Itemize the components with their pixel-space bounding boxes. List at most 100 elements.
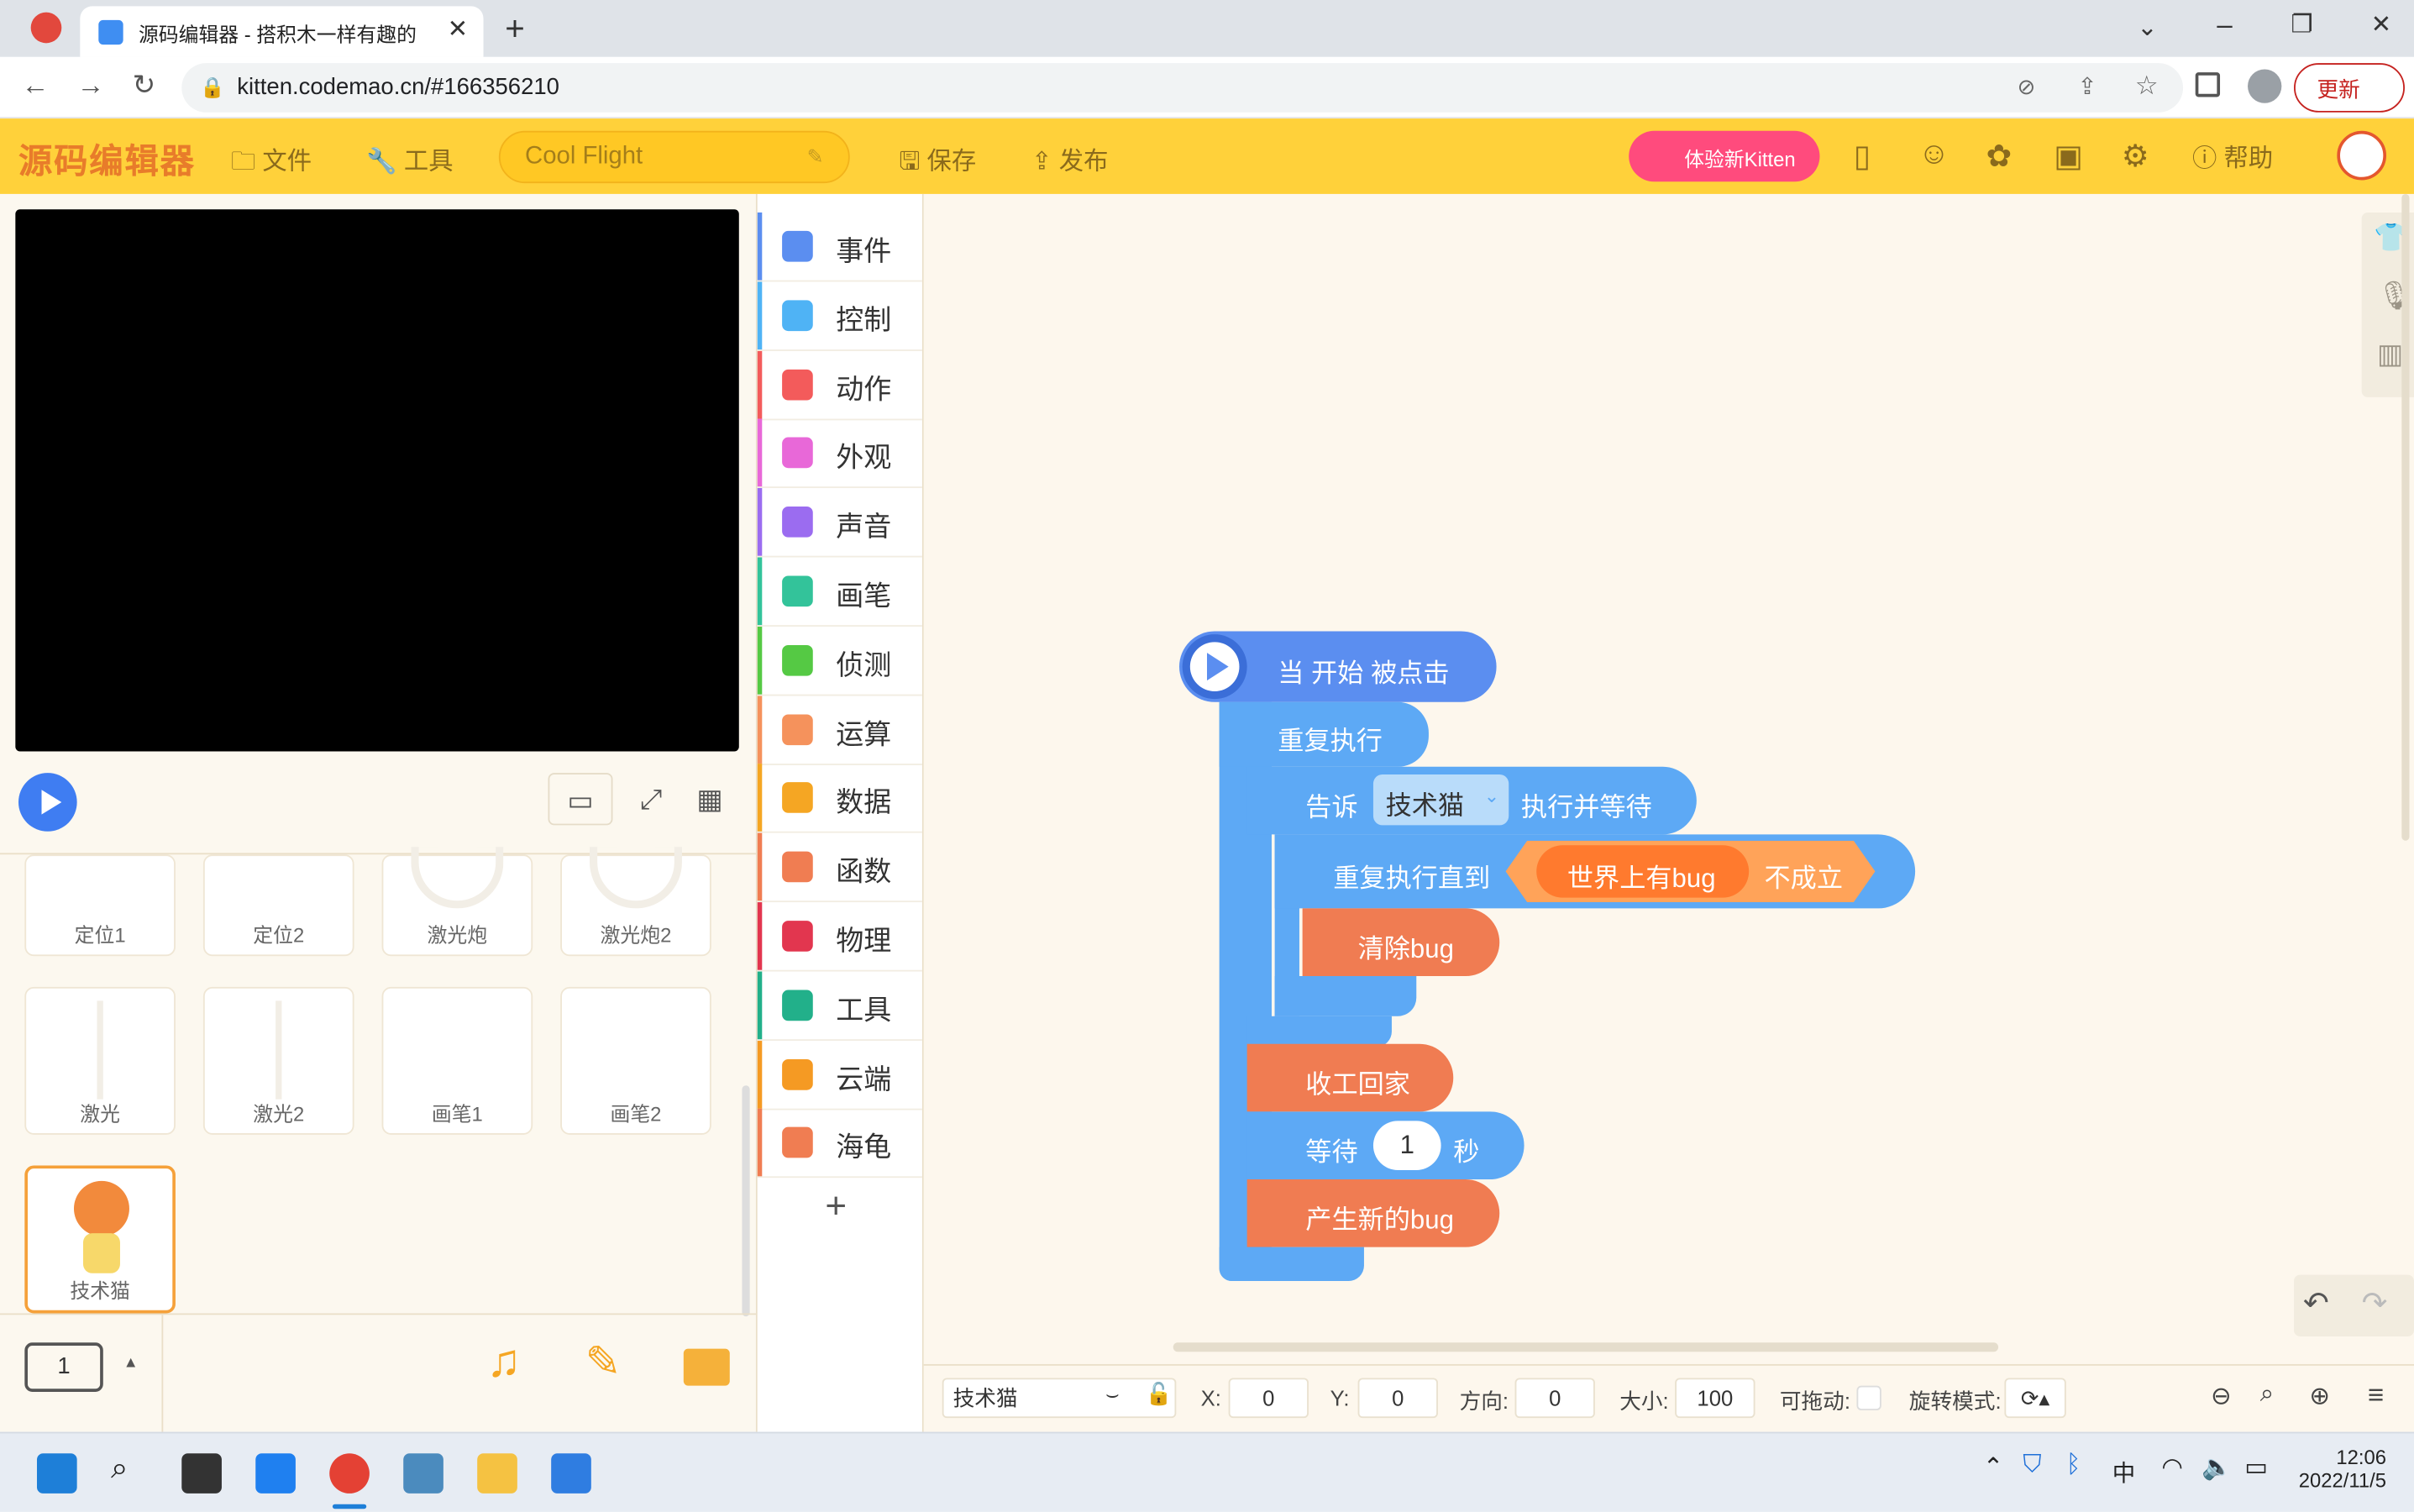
feishu-icon[interactable] [255, 1453, 296, 1494]
not-condition-block[interactable]: 世界上有bug 不成立 [1505, 840, 1876, 903]
tray-chevron-icon[interactable]: ⌃ [1983, 1452, 2004, 1483]
draggable-checkbox[interactable] [1856, 1385, 1881, 1410]
windows-start-icon[interactable] [36, 1453, 77, 1494]
bookmark-star-icon[interactable]: ☆ [2135, 71, 2159, 102]
reload-icon[interactable]: ↻ [133, 69, 156, 101]
category-item[interactable]: 物理 [757, 902, 922, 972]
wifi-icon[interactable]: ◠ [2161, 1452, 2183, 1483]
lock-icon[interactable]: 🔓 [1146, 1381, 1173, 1407]
x-input[interactable]: 0 [1228, 1378, 1309, 1419]
category-item[interactable]: 侦测 [757, 626, 922, 696]
music-icon[interactable]: ♫ [486, 1336, 521, 1389]
file-explorer-icon[interactable] [477, 1453, 517, 1494]
category-item[interactable]: 函数 [757, 832, 922, 903]
security-shield-icon[interactable]: ⛉ [2023, 1452, 2041, 1479]
tell-target-dropdown[interactable]: 技术猫 ⌄ [1372, 774, 1509, 826]
chart-icon[interactable]: ▥ [2377, 339, 2403, 370]
code-workspace[interactable]: 👕 🎙 ▥ 当 开始 被点击 重复执行 告诉 技术猫 ⌄ 执行并等待 重复执行直到… [923, 193, 2414, 1364]
ime-indicator[interactable]: 中 [2112, 1457, 2136, 1488]
sprite-card[interactable]: 激光 [24, 986, 176, 1135]
category-item[interactable]: 运算 [757, 695, 922, 765]
app-favicon-icon[interactable] [30, 12, 62, 44]
window-close-icon[interactable]: ✕ [2371, 9, 2392, 40]
share-icon[interactable]: ⇪ [2077, 72, 2097, 100]
when-start-block[interactable]: 当 开始 被点击 [1179, 631, 1497, 702]
sprite-card[interactable]: 定位2 [202, 854, 354, 957]
tools-menu[interactable]: 🔧 工具 [366, 140, 453, 177]
blocked-icon[interactable]: ⊘ [2018, 74, 2036, 100]
robot-icon[interactable]: ☺ [1918, 137, 1950, 172]
backpack-icon[interactable]: ▣ [2054, 137, 2083, 176]
forward-icon[interactable]: → [77, 69, 105, 101]
publish-button[interactable]: ⇪ 发布 [1031, 140, 1108, 177]
python-icon[interactable] [403, 1453, 443, 1494]
sprite-card[interactable]: 激光炮2 [560, 847, 711, 957]
project-name-input[interactable]: Cool Flight ✎ [498, 130, 850, 184]
try-kitten-button[interactable]: 体验新Kitten [1629, 130, 1820, 182]
search-icon[interactable]: ⌕ [111, 1452, 129, 1487]
help-button[interactable]: ⓘ 帮助 [2192, 137, 2273, 174]
category-item[interactable]: 画笔 [757, 557, 922, 627]
task-view-icon[interactable] [181, 1453, 222, 1494]
photos-icon[interactable] [551, 1453, 591, 1494]
sprite-name-field[interactable]: 技术猫 [942, 1378, 1177, 1419]
update-button[interactable]: 更新 [2294, 63, 2405, 113]
add-extension-icon[interactable]: + [825, 1185, 847, 1228]
wait-seconds-input[interactable]: 1 [1372, 1121, 1441, 1171]
clear-bug-block[interactable]: 清除bug [1302, 908, 1500, 977]
condition-pill[interactable]: 世界上有bug [1536, 845, 1750, 898]
grid-icon[interactable]: ▦ [684, 773, 736, 825]
repeat-forever-block[interactable]: 重复执行 [1219, 701, 1429, 767]
undo-icon[interactable]: ↶ [2303, 1284, 2329, 1323]
rotation-mode-dropdown[interactable]: ⟳▴ [2004, 1378, 2066, 1419]
mobile-icon[interactable]: ▯ [1854, 137, 1871, 176]
user-avatar[interactable] [2337, 130, 2386, 181]
paint-pencil-icon[interactable]: ✎ [585, 1336, 622, 1387]
sprite-card[interactable]: 激光2 [202, 986, 354, 1135]
tab-search-icon[interactable]: ⌄ [2137, 13, 2158, 44]
system-clock[interactable]: 12:06 2022/11/5 [2299, 1446, 2386, 1492]
scene-dropdown-icon[interactable]: ▲ [123, 1355, 139, 1372]
tell-block[interactable]: 告诉 技术猫 ⌄ 执行并等待 [1246, 766, 1697, 835]
new-bug-block[interactable]: 产生新的bug [1246, 1179, 1500, 1247]
new-tab-icon[interactable]: + [505, 9, 525, 50]
file-menu[interactable]: 🗀 文件 [231, 140, 312, 186]
go-home-block[interactable]: 收工回家 [1246, 1043, 1454, 1112]
visibility-eye-icon[interactable]: ⌣ [1105, 1381, 1120, 1407]
category-item[interactable]: 动作 [757, 350, 922, 420]
minimize-icon[interactable]: – [2217, 9, 2232, 41]
stage-size-icon[interactable]: ▭ [548, 773, 613, 826]
zoom-in-icon[interactable]: ⊕ [2309, 1381, 2330, 1412]
menu-icon[interactable]: ≡ [2368, 1379, 2384, 1411]
bluetooth-icon[interactable]: ᛒ [2066, 1452, 2081, 1479]
back-icon[interactable]: ← [22, 69, 50, 101]
side-panel-icon[interactable] [2195, 72, 2221, 97]
restore-icon[interactable]: ❐ [2291, 9, 2312, 40]
sprite-card[interactable]: 画笔1 [381, 986, 533, 1135]
category-item[interactable]: 外观 [757, 419, 922, 489]
community-icon[interactable]: ✿ [1986, 137, 2012, 176]
settings-gear-icon[interactable]: ⚙ [2122, 137, 2149, 176]
zoom-out-icon[interactable]: ⊖ [2211, 1381, 2232, 1412]
chrome-icon[interactable] [329, 1453, 370, 1494]
category-item[interactable]: 数据 [757, 764, 922, 834]
repeat-until-block[interactable]: 重复执行直到 世界上有bug 不成立 [1274, 834, 1916, 909]
category-item[interactable]: 控制 [757, 281, 922, 351]
sprite-card[interactable]: 定位1 [24, 854, 176, 957]
category-item[interactable]: 事件 [757, 212, 922, 282]
wait-block[interactable]: 等待 1 秒 [1246, 1111, 1524, 1180]
size-input[interactable]: 100 [1675, 1378, 1755, 1419]
vertical-scrollbar[interactable] [2401, 193, 2410, 841]
folder-add-icon[interactable] [683, 1348, 730, 1386]
save-button[interactable]: 🖫 保存 [899, 140, 976, 186]
category-item[interactable]: 工具 [757, 971, 922, 1041]
category-item[interactable]: 云端 [757, 1040, 922, 1110]
battery-icon[interactable]: ▭ [2244, 1452, 2268, 1483]
sprite-scrollbar[interactable] [742, 1085, 750, 1317]
sprite-card[interactable]: 激光炮 [381, 847, 533, 957]
category-item[interactable]: 声音 [757, 488, 922, 558]
direction-input[interactable]: 0 [1514, 1378, 1595, 1419]
run-button[interactable] [18, 773, 77, 832]
profile-icon[interactable] [2248, 69, 2282, 103]
sprite-card[interactable]: 画笔2 [560, 986, 711, 1135]
